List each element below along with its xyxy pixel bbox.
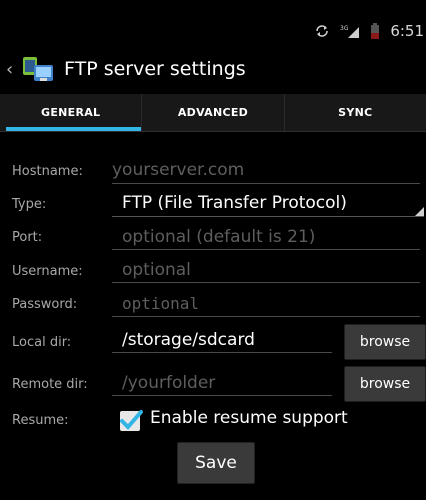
up-caret-icon[interactable]: ‹ xyxy=(6,59,16,80)
hostname-field[interactable]: yourserver.com xyxy=(112,157,420,184)
action-bar: ‹ FTP server settings xyxy=(0,44,426,94)
resume-checkbox[interactable] xyxy=(120,410,143,431)
clock: 6:51 xyxy=(390,22,424,40)
local-dir-field[interactable]: /storage/sdcard xyxy=(112,327,332,353)
spinner-arrow-icon xyxy=(415,207,424,216)
save-button[interactable]: Save xyxy=(177,442,255,484)
tab-bar: GENERAL ADVANCED SYNC xyxy=(0,94,426,132)
username-label: Username: xyxy=(12,264,83,279)
sync-icon xyxy=(316,25,329,37)
remote-dir-field[interactable]: /yourfolder xyxy=(112,370,332,396)
type-value: FTP (File Transfer Protocol) xyxy=(122,193,347,213)
hostname-label: Hostname: xyxy=(12,164,83,179)
resume-label: Resume: xyxy=(12,413,69,428)
type-spinner[interactable]: FTP (File Transfer Protocol) xyxy=(112,190,424,217)
checkmark-icon xyxy=(120,410,143,430)
resume-checkbox-label[interactable]: Enable resume support xyxy=(150,408,348,428)
screen-title: FTP server settings xyxy=(64,58,246,80)
port-label: Port: xyxy=(12,230,43,245)
svg-text:3G: 3G xyxy=(340,25,349,32)
remote-dir-browse-button[interactable]: browse xyxy=(344,366,426,402)
tab-general[interactable]: GENERAL xyxy=(0,94,143,131)
tab-advanced[interactable]: ADVANCED xyxy=(142,94,285,131)
local-dir-browse-button[interactable]: browse xyxy=(344,324,426,360)
status-icons: 3G 6:51 xyxy=(314,20,426,42)
password-field[interactable]: optional xyxy=(112,291,420,317)
app-icon[interactable] xyxy=(20,53,56,85)
type-label: Type: xyxy=(12,197,47,212)
signal-icon: 3G xyxy=(340,25,360,38)
local-dir-label: Local dir: xyxy=(12,335,72,350)
remote-dir-label: Remote dir: xyxy=(12,377,88,392)
password-label: Password: xyxy=(12,297,78,312)
port-field[interactable]: optional (default is 21) xyxy=(112,224,420,250)
status-bar: 3G 6:51 xyxy=(0,0,426,42)
battery-icon xyxy=(371,23,380,39)
tab-sync[interactable]: SYNC xyxy=(285,94,426,131)
username-field[interactable]: optional xyxy=(112,257,420,283)
